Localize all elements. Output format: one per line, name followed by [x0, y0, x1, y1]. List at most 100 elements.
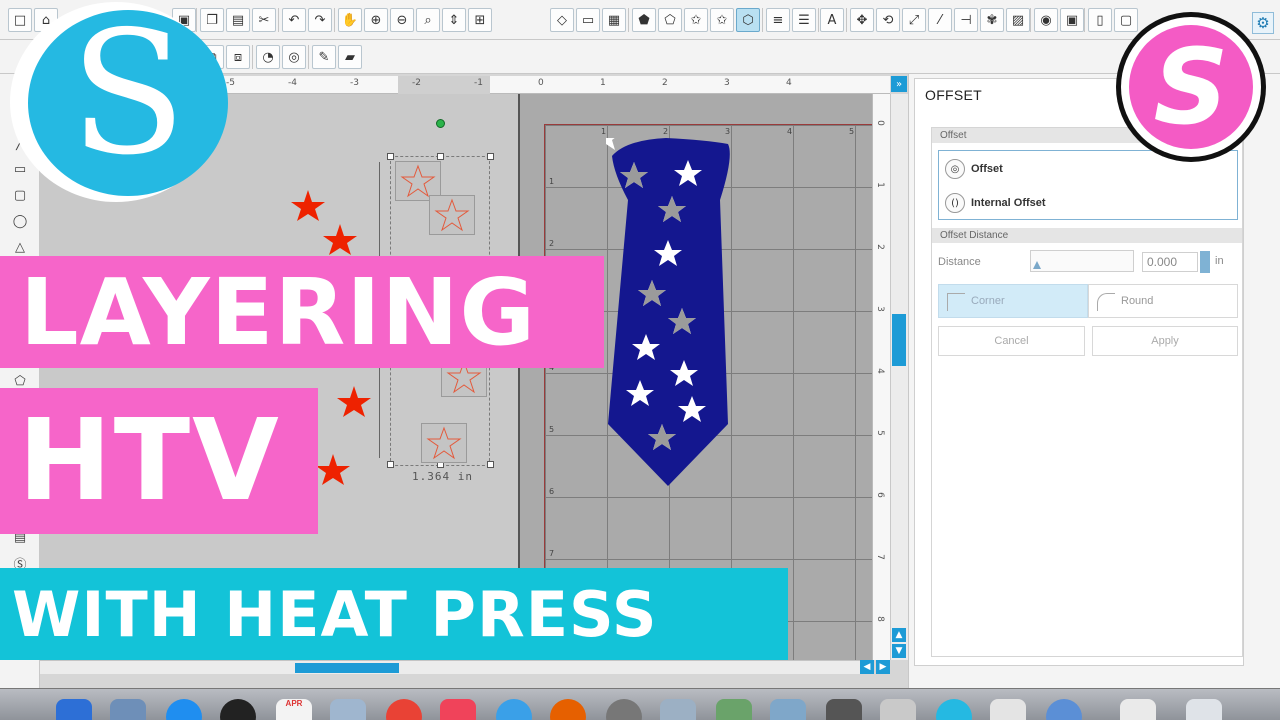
firefox-dock-icon[interactable]	[550, 699, 586, 720]
apply-button[interactable]: Apply	[1092, 326, 1238, 356]
resize-handle[interactable]	[487, 153, 494, 160]
silhouette-apps-dock-icon[interactable]	[660, 699, 696, 720]
app-dock-icon[interactable]	[826, 699, 862, 720]
fit-to-page-icon[interactable]: ⊞	[468, 8, 492, 32]
silhouette-studio-dock-icon[interactable]	[936, 699, 972, 720]
distance-input[interactable]: 0.000	[1142, 252, 1198, 272]
mail-dock-icon[interactable]	[110, 699, 146, 720]
tie-design[interactable]	[606, 138, 766, 498]
line-style-panel-icon[interactable]: ≡	[766, 8, 790, 32]
calendar-dock-icon[interactable]: APR	[276, 699, 312, 720]
ungroup-icon[interactable]: ⧈	[226, 45, 250, 69]
grid-icon[interactable]: ▦	[602, 8, 626, 32]
system-preferences-dock-icon[interactable]	[606, 699, 642, 720]
settings-gear-icon[interactable]: ⚙	[1252, 12, 1274, 34]
page-setup-icon[interactable]: ▭	[576, 8, 600, 32]
rounded-rectangle-tool-icon[interactable]: ▢	[8, 184, 32, 206]
ruler-tick-label: -1	[474, 78, 483, 88]
redo-icon[interactable]: ↷	[308, 8, 332, 32]
zoom-in-icon[interactable]: ⊕	[364, 8, 388, 32]
line-color-icon[interactable]: ⬠	[658, 8, 682, 32]
vertical-scroll-thumb[interactable]	[892, 314, 906, 366]
cut-icon[interactable]: ✂	[252, 8, 276, 32]
ruler-tick-label: -3	[350, 78, 359, 88]
weld-icon[interactable]: ◔	[256, 45, 280, 69]
ellipse-tool-icon[interactable]: ◯	[8, 210, 32, 232]
preview-dock-icon[interactable]	[770, 699, 806, 720]
align-icon[interactable]: ⊣	[954, 8, 978, 32]
internal-offset-option[interactable]: () Internal Offset	[945, 193, 1046, 213]
slider-knob[interactable]	[1033, 261, 1041, 269]
shadow-icon[interactable]: ✩	[710, 8, 734, 32]
app-dock-icon[interactable]	[990, 699, 1026, 720]
rectangle-tool-icon[interactable]: ▭	[8, 158, 32, 180]
resize-handle[interactable]	[387, 153, 394, 160]
resize-handle[interactable]	[437, 153, 444, 160]
distance-label: Distance	[938, 256, 981, 268]
chrome-dock-icon[interactable]	[386, 699, 422, 720]
scroll-right-icon[interactable]: ▶	[876, 660, 890, 674]
new-file-icon[interactable]: □	[8, 8, 32, 32]
move-icon[interactable]: ⁄	[928, 8, 952, 32]
release-icon[interactable]: ▰	[338, 45, 362, 69]
utility-dock-icon[interactable]	[716, 699, 752, 720]
distance-stepper[interactable]	[1200, 251, 1210, 273]
corner-button[interactable]: Corner	[938, 284, 1088, 318]
finder-dock-icon[interactable]	[56, 699, 92, 720]
rotate-icon[interactable]: ⟲	[876, 8, 900, 32]
small-star-outline[interactable]	[429, 195, 475, 235]
eraser-icon[interactable]: ◇	[550, 8, 574, 32]
library-icon[interactable]: ▣	[1060, 8, 1084, 32]
knife-icon[interactable]: ✎	[312, 45, 336, 69]
replicate-icon[interactable]: ✾	[980, 8, 1004, 32]
horizontal-scrollbar[interactable]	[40, 660, 860, 674]
paste-icon[interactable]: ▤	[226, 8, 250, 32]
documents-dock-icon[interactable]	[1120, 699, 1156, 720]
corner-icon	[947, 293, 965, 311]
horizontal-scroll-thumb[interactable]	[295, 663, 399, 673]
scroll-up-icon[interactable]: ▲	[892, 628, 906, 642]
launchpad-dock-icon[interactable]	[220, 699, 256, 720]
transform-icon[interactable]: ✥	[850, 8, 874, 32]
photos-dock-icon[interactable]	[330, 699, 366, 720]
scroll-down-icon[interactable]: ▼	[892, 644, 906, 658]
text-style-icon[interactable]: A	[820, 8, 844, 32]
app-dock-icon[interactable]	[880, 699, 916, 720]
resize-handle[interactable]	[387, 461, 394, 468]
app-store-dock-icon[interactable]	[166, 699, 202, 720]
design-page-icon[interactable]: ▢	[1114, 8, 1138, 32]
app-dock-icon[interactable]	[1046, 699, 1082, 720]
round-button[interactable]: Round	[1088, 284, 1238, 318]
ruler-tick-label: 3	[874, 306, 885, 312]
trace-icon[interactable]: ◉	[1034, 8, 1058, 32]
corner-label: Corner	[971, 295, 1005, 307]
undo-icon[interactable]: ↶	[282, 8, 306, 32]
distance-slider[interactable]	[1030, 250, 1134, 272]
rotate-handle[interactable]	[436, 119, 445, 128]
small-star-outline[interactable]	[421, 423, 467, 463]
trash-dock-icon[interactable]	[1186, 699, 1222, 720]
cancel-button[interactable]: Cancel	[938, 326, 1085, 356]
line-style-icon[interactable]: ✩	[684, 8, 708, 32]
send-icon[interactable]: ▯	[1088, 8, 1112, 32]
offset-tool-icon[interactable]: ⬡	[736, 8, 760, 32]
fill-color-icon[interactable]: ⬟	[632, 8, 656, 32]
mat-number: 2	[549, 239, 555, 248]
resize-handle[interactable]	[487, 461, 494, 468]
line-weight-icon[interactable]: ☰	[792, 8, 816, 32]
zoom-drag-icon[interactable]: ⇕	[442, 8, 466, 32]
nesting-icon[interactable]: ▨	[1006, 8, 1030, 32]
safari-dock-icon[interactable]	[496, 699, 532, 720]
offset-quick-icon[interactable]: ◎	[282, 45, 306, 69]
scale-icon[interactable]: ⤢	[902, 8, 926, 32]
offset-option[interactable]: ◎ Offset	[945, 159, 1003, 179]
pan-hand-icon[interactable]: ✋	[338, 8, 362, 32]
panel-toggle-icon[interactable]: »	[891, 76, 907, 92]
vertical-scrollbar[interactable]	[890, 94, 908, 660]
polygon-tool-icon[interactable]: △	[8, 236, 32, 258]
zoom-out-icon[interactable]: ⊖	[390, 8, 414, 32]
scroll-left-icon[interactable]: ◀	[860, 660, 874, 674]
zoom-select-icon[interactable]: ⌕	[416, 8, 440, 32]
music-dock-icon[interactable]	[440, 699, 476, 720]
copy-icon[interactable]: ❐	[200, 8, 224, 32]
